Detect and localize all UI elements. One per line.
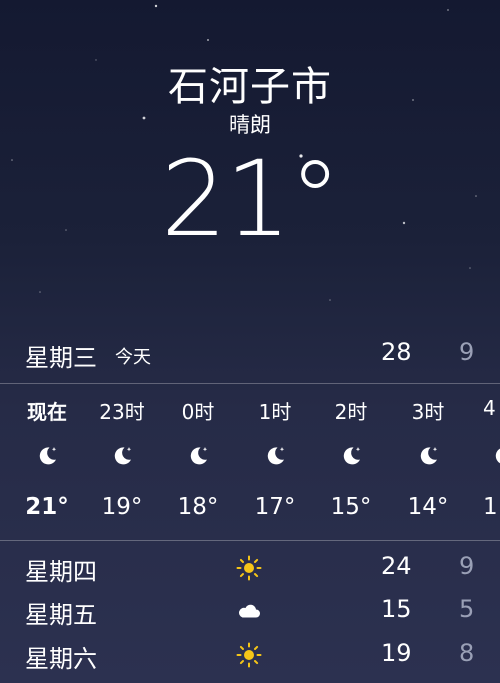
sun-icon	[236, 642, 262, 668]
hour-time: 2时	[334, 400, 368, 424]
daily-high: 15	[381, 595, 412, 623]
hour-temp: 21°	[25, 494, 69, 520]
moon-icon	[343, 447, 361, 465]
hourly-forecast[interactable]: 现在 21° 23时 19° 0时 18° 1时 17° 2时 15° 3时 1…	[0, 386, 500, 538]
daily-row: 星期五 15 5	[0, 590, 500, 634]
weather-condition: 晴朗	[229, 113, 271, 137]
moon-icon	[495, 448, 500, 464]
hour-time: 4	[483, 396, 496, 420]
moon-icon	[39, 447, 57, 465]
today-day: 星期三	[25, 344, 97, 372]
daily-high: 19	[381, 639, 412, 667]
moon-icon	[267, 447, 285, 465]
hour-time: 23时	[99, 400, 145, 424]
hour-time: 现在	[27, 400, 67, 424]
daily-low: 5	[459, 595, 475, 623]
today-low: 9	[459, 338, 475, 366]
cloud-icon	[239, 604, 260, 618]
city-name: 石河子市	[168, 64, 332, 110]
daily-low: 9	[459, 552, 475, 580]
hour-temp: 19°	[101, 494, 143, 520]
daily-day: 星期六	[25, 645, 97, 673]
hour-temp: 18°	[177, 494, 219, 520]
hour-temp: 17°	[254, 494, 296, 520]
today-label: 今天	[115, 347, 151, 368]
moon-icon	[420, 447, 438, 465]
divider-top	[0, 383, 500, 384]
daily-row: 星期六 19 8	[0, 634, 500, 678]
hour-temp: 14°	[407, 494, 449, 520]
daily-day: 星期五	[25, 601, 97, 629]
today-high: 28	[381, 338, 412, 366]
hour-time: 3时	[411, 400, 445, 424]
hour-temp: 1	[483, 494, 498, 520]
current-temperature: 21°	[160, 138, 341, 260]
sun-icon	[236, 555, 262, 581]
hour-time: 0时	[181, 400, 215, 424]
divider-bottom	[0, 540, 500, 541]
daily-day: 星期四	[25, 558, 97, 586]
daily-low: 8	[459, 639, 475, 667]
daily-high: 24	[381, 552, 412, 580]
hour-time: 1时	[258, 400, 292, 424]
today-summary: 星期三 今天 28 9	[0, 334, 500, 372]
moon-icon	[190, 447, 208, 465]
moon-icon	[114, 447, 132, 465]
daily-row: 星期四 24 9	[0, 547, 500, 591]
hour-temp: 15°	[330, 494, 372, 520]
